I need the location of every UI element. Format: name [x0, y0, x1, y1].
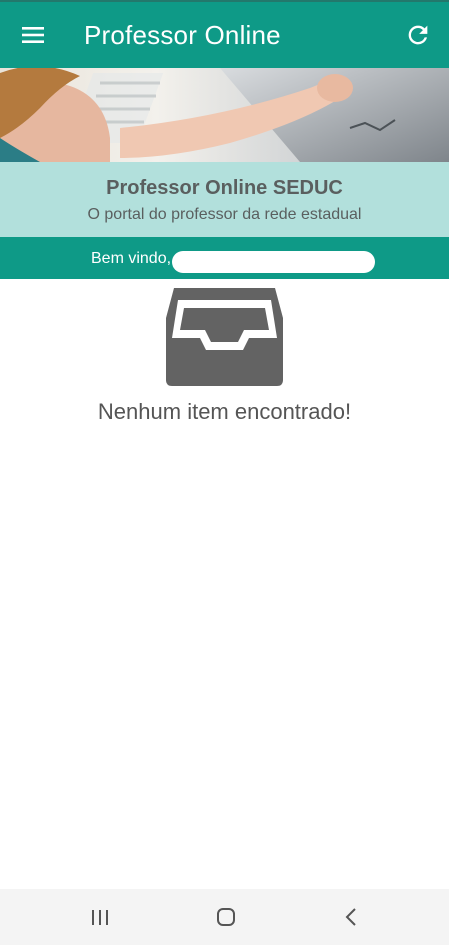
redacted-user-name: [172, 251, 375, 273]
app-screen: Professor Online Professor Online SEDUC …: [0, 0, 449, 945]
home-icon: [217, 908, 235, 926]
portal-info-section: Professor Online SEDUC O portal do profe…: [0, 162, 449, 237]
back-icon: [345, 908, 356, 926]
refresh-icon: [408, 25, 428, 45]
recents-icon: [92, 910, 108, 925]
back-button[interactable]: [332, 897, 372, 937]
menu-button[interactable]: [14, 16, 52, 54]
refresh-button[interactable]: [399, 16, 437, 54]
inbox-tray-icon: [166, 288, 283, 386]
portal-title: Professor Online SEDUC: [106, 177, 343, 199]
recents-button[interactable]: [80, 897, 120, 937]
banner-illustration: [0, 68, 449, 162]
banner-image: [0, 68, 449, 162]
welcome-bar: Bem vindo,: [0, 237, 449, 279]
system-nav-bar: [0, 889, 449, 945]
welcome-text: Bem vindo,: [91, 250, 172, 267]
app-bar: Professor Online: [0, 0, 449, 68]
hamburger-menu-icon: [22, 27, 44, 43]
app-title: Professor Online: [84, 20, 281, 50]
home-button[interactable]: [206, 897, 246, 937]
empty-state-message: Nenhum item encontrado!: [97, 399, 352, 424]
portal-subtitle: O portal do professor da rede estadual: [87, 206, 362, 223]
